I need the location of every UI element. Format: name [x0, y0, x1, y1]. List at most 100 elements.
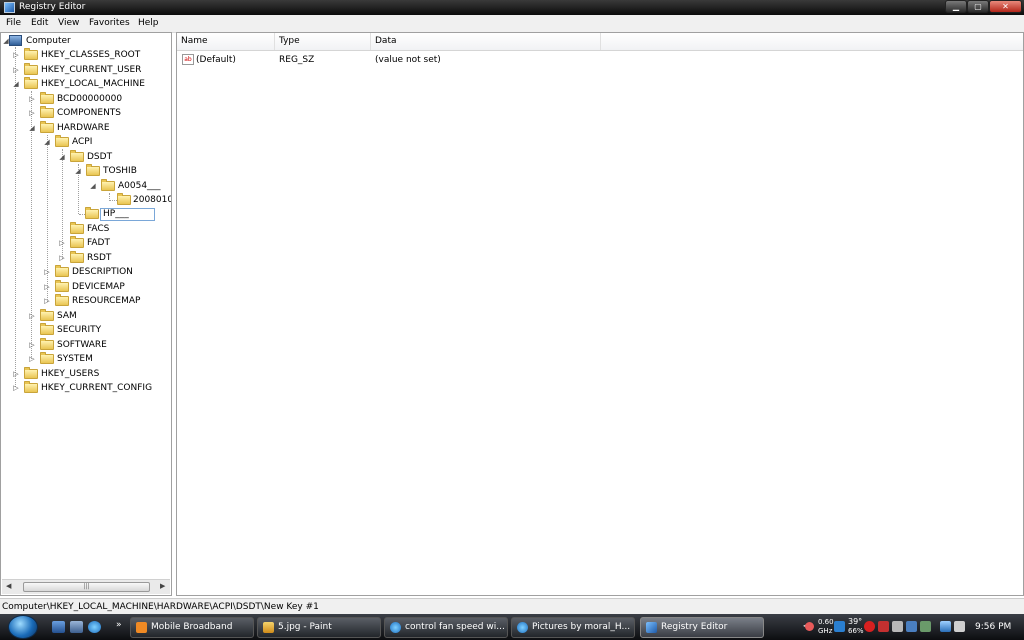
tree-item-hardware[interactable]: ◢ HARDWARE	[1, 121, 171, 135]
scroll-right-arrow-icon[interactable]: ▶	[160, 582, 165, 590]
scrollbar-thumb[interactable]: |||	[23, 582, 150, 592]
folder-icon	[70, 222, 84, 234]
tree-item-hku[interactable]: ▷ HKEY_USERS	[1, 367, 171, 381]
key-tree-pane[interactable]: ◢ Computer ▷ HKEY_CLASSES_ROOT ▷ HKEY_CU…	[0, 32, 172, 596]
taskbar-button-label: control fan speed wi...	[405, 622, 505, 632]
folder-icon	[101, 179, 115, 191]
taskbar-button-label: 5.jpg - Paint	[278, 622, 332, 632]
expand-arrow-icon[interactable]: ▷	[43, 280, 51, 294]
start-orb-icon[interactable]	[8, 615, 38, 639]
cpu-frequency-unit: GHz	[818, 627, 833, 635]
expand-arrow-icon[interactable]: ▷	[58, 236, 66, 250]
taskbar-clock[interactable]: 9:56 PM	[975, 614, 1011, 640]
record-icon[interactable]	[805, 622, 814, 631]
expand-arrow-icon[interactable]: ▷	[28, 92, 36, 106]
expand-arrow-icon[interactable]: ▷	[12, 48, 20, 62]
folder-icon	[40, 309, 54, 321]
expand-arrow-icon[interactable]: ▷	[12, 381, 20, 395]
folder-icon	[40, 338, 54, 350]
expand-arrow-icon[interactable]: ▷	[58, 251, 66, 265]
regedit-icon	[4, 2, 15, 13]
expand-arrow-icon[interactable]: ▷	[12, 367, 20, 381]
menu-favorites[interactable]: Favorites	[89, 17, 130, 30]
taskbar-button-registry-editor[interactable]: Registry Editor	[640, 617, 764, 638]
collapse-arrow-icon[interactable]: ◢	[89, 179, 97, 193]
menu-edit[interactable]: Edit	[31, 17, 48, 30]
scroll-left-arrow-icon[interactable]: ◀	[6, 582, 11, 590]
rename-key-input[interactable]: HP___	[100, 208, 155, 221]
taskbar-button-mobile-broadband[interactable]: Mobile Broadband	[130, 617, 254, 638]
tree-item-devicemap[interactable]: ▷ DEVICEMAP	[1, 280, 171, 294]
quicklaunch-more-icon[interactable]: »	[116, 620, 122, 630]
expand-arrow-icon[interactable]: ▷	[43, 294, 51, 308]
tree-item-system[interactable]: ▷ SYSTEM	[1, 352, 171, 366]
tree-item-security[interactable]: SECURITY	[1, 323, 171, 337]
tree-item-resourcemap[interactable]: ▷ RESOURCEMAP	[1, 294, 171, 308]
expand-arrow-icon[interactable]: ▷	[28, 106, 36, 120]
tree-item-toshib[interactable]: ◢ TOSHIB	[1, 164, 171, 178]
tree-item-components[interactable]: ▷ COMPONENTS	[1, 106, 171, 120]
tray-app-icon[interactable]	[920, 621, 931, 632]
tree-item-hkcu[interactable]: ▷ HKEY_CURRENT_USER	[1, 63, 171, 77]
tree-item-rsdt[interactable]: ▷ RSDT	[1, 251, 171, 265]
expand-arrow-icon[interactable]: ▷	[28, 338, 36, 352]
tree-item-label: HKEY_CURRENT_USER	[41, 65, 142, 75]
expand-arrow-icon[interactable]: ▷	[28, 352, 36, 366]
collapse-arrow-icon[interactable]: ◢	[12, 77, 20, 91]
taskbar-button-paint[interactable]: 5.jpg - Paint	[257, 617, 381, 638]
column-header-data[interactable]: Data	[371, 33, 601, 50]
values-list-pane[interactable]: Name Type Data ab (Default) REG_SZ (valu…	[176, 32, 1024, 596]
tree-horizontal-scrollbar[interactable]: ◀ ||| ▶	[2, 579, 170, 594]
column-header-type[interactable]: Type	[275, 33, 371, 50]
tree-item-a0054[interactable]: ◢ A0054___	[1, 179, 171, 193]
tree-item-description[interactable]: ▷ DESCRIPTION	[1, 265, 171, 279]
collapse-arrow-icon[interactable]: ◢	[58, 150, 66, 164]
column-header-name[interactable]: Name	[177, 33, 275, 50]
collapse-arrow-icon[interactable]: ◢	[28, 121, 36, 135]
tree-item-hkcc[interactable]: ▷ HKEY_CURRENT_CONFIG	[1, 381, 171, 395]
collapse-arrow-icon[interactable]: ◢	[74, 164, 82, 178]
tree-item-computer[interactable]: ◢ Computer	[1, 34, 171, 48]
gadget-icon[interactable]	[834, 621, 845, 632]
folder-icon	[40, 106, 54, 118]
expand-arrow-icon[interactable]: ▷	[43, 265, 51, 279]
expand-arrow-icon[interactable]: ▷	[12, 63, 20, 77]
folder-icon	[40, 92, 54, 104]
tree-item-20080108[interactable]: 20080108	[1, 193, 171, 207]
tray-app-icon[interactable]	[906, 621, 917, 632]
maximize-button[interactable]: ▢	[967, 0, 989, 13]
tree-item-fadt[interactable]: ▷ FADT	[1, 236, 171, 250]
menu-help[interactable]: Help	[138, 17, 159, 30]
tray-app-icon[interactable]	[892, 621, 903, 632]
collapse-arrow-icon[interactable]: ◢	[43, 135, 51, 149]
close-button[interactable]: ✕	[989, 0, 1022, 13]
tree-item-sam[interactable]: ▷ SAM	[1, 309, 171, 323]
taskbar-button-browser-2[interactable]: Pictures by moral_H...	[511, 617, 635, 638]
folder-icon	[40, 121, 54, 133]
ie-icon[interactable]	[88, 621, 101, 633]
tray-app-icon[interactable]	[878, 621, 889, 632]
volume-icon[interactable]	[954, 621, 965, 632]
show-desktop-icon[interactable]	[52, 621, 65, 633]
tree-item-hklm[interactable]: ◢ HKEY_LOCAL_MACHINE	[1, 77, 171, 91]
menu-view[interactable]: View	[58, 17, 79, 30]
expand-arrow-icon[interactable]: ▷	[28, 309, 36, 323]
tree-item-bcd[interactable]: ▷ BCD00000000	[1, 92, 171, 106]
network-icon[interactable]	[940, 621, 951, 632]
menu-file[interactable]: File	[6, 17, 21, 30]
switch-windows-icon[interactable]	[70, 621, 83, 633]
folder-icon	[24, 381, 38, 393]
minimize-button[interactable]: ▁	[945, 0, 967, 13]
folder-icon	[24, 48, 38, 60]
tree-item-dsdt[interactable]: ◢ DSDT	[1, 150, 171, 164]
tree-item-label: SOFTWARE	[57, 340, 107, 350]
taskbar-button-label: Mobile Broadband	[151, 622, 233, 632]
tree-item-software[interactable]: ▷ SOFTWARE	[1, 338, 171, 352]
cpu-temperature: 39°	[848, 617, 863, 626]
tree-item-acpi[interactable]: ◢ ACPI	[1, 135, 171, 149]
tree-item-facs[interactable]: FACS	[1, 222, 171, 236]
taskbar-button-browser-1[interactable]: control fan speed wi...	[384, 617, 508, 638]
tree-item-new-key[interactable]: HP___	[1, 207, 171, 221]
tree-item-hkcr[interactable]: ▷ HKEY_CLASSES_ROOT	[1, 48, 171, 62]
antivirus-icon[interactable]	[864, 621, 875, 632]
